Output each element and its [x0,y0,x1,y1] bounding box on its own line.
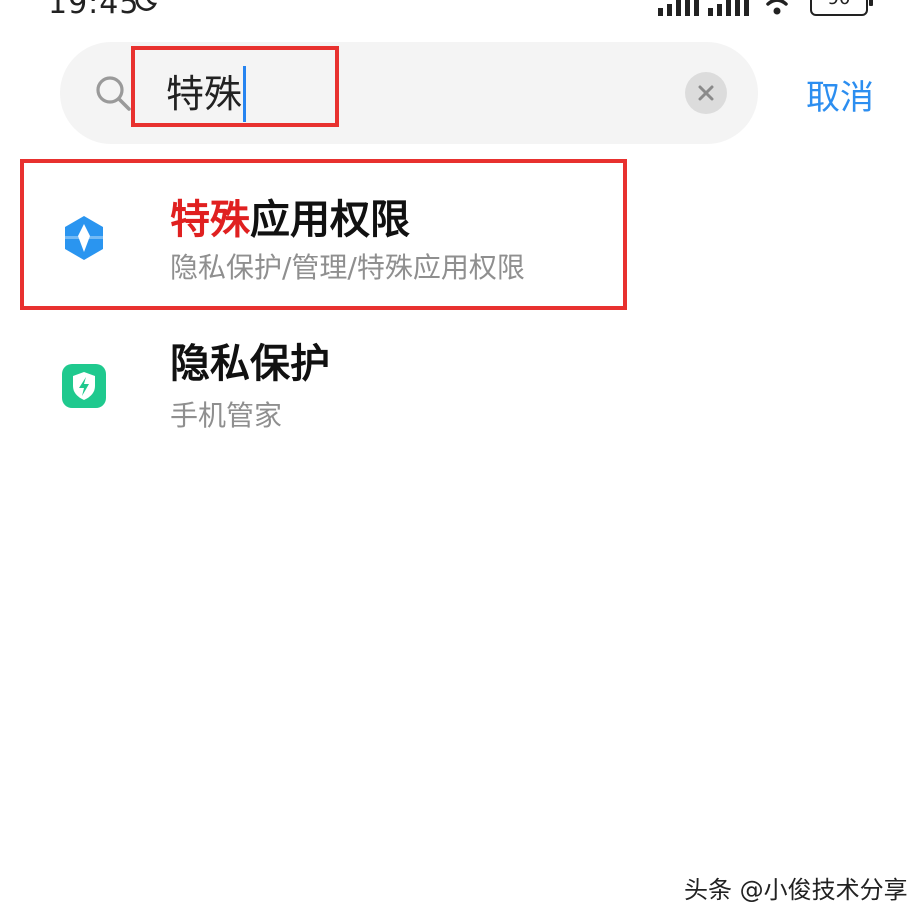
search-result-privacy[interactable]: 隐私保护 手机管家 [0,316,923,456]
signal-icon [658,0,699,16]
result-title-rest: 隐私保护 [170,341,330,387]
privacy-shield-icon [62,364,106,408]
result-subtitle: 手机管家 [170,399,283,432]
cancel-button[interactable]: 取消 [806,76,874,120]
battery-level: 90 [828,0,851,9]
search-input[interactable]: 特殊 [166,66,247,122]
result-title-highlight: 特殊 [170,197,250,243]
result-subtitle: 隐私保护/管理/特殊应用权限 [170,251,525,284]
result-title: 特殊应用权限 [170,194,410,246]
result-title: 隐私保护 [170,338,330,390]
clear-button[interactable] [685,72,727,114]
signal-icon [708,0,749,16]
text-caret [243,66,247,122]
result-title-rest: 应用权限 [250,197,410,243]
battery-icon: 90 [810,0,873,16]
search-bar[interactable]: 特殊 [60,42,758,144]
clear-icon [698,85,714,101]
search-query: 特殊 [166,72,243,116]
moon-icon [135,0,157,11]
special-permission-icon [65,216,103,260]
search-result-special-permissions[interactable]: 特殊应用权限 隐私保护/管理/特殊应用权限 [0,164,923,304]
wifi-icon [766,0,788,15]
search-icon [96,76,131,111]
status-time: 19:45 [48,0,140,21]
watermark: 头条 @小俊技术分享 [684,876,908,904]
